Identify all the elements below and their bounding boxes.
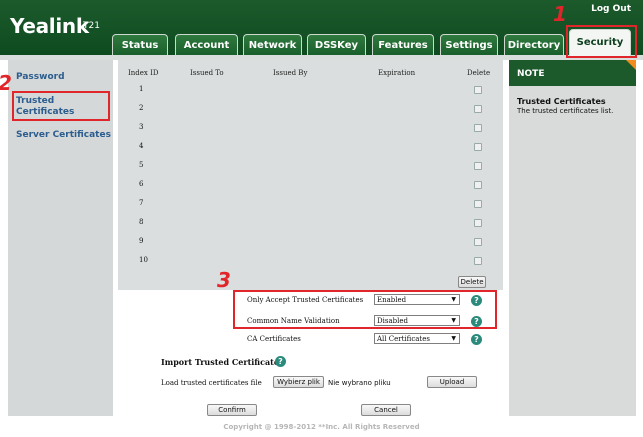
- chevron-down-icon: ▼: [451, 335, 456, 342]
- ca-certificates-select[interactable]: All Certificates ▼: [374, 333, 460, 344]
- row-index-id: 9: [139, 237, 144, 245]
- delete-checkbox[interactable]: [474, 219, 482, 227]
- row-index-id: 6: [139, 180, 144, 188]
- copyright-text: Copyright @ 1998-2012 **Inc. All Rights …: [223, 423, 420, 431]
- logout-link[interactable]: Log Out: [591, 4, 631, 14]
- row-index-id: 5: [139, 161, 144, 169]
- table-row: 3: [118, 119, 503, 138]
- table-row: 4: [118, 138, 503, 157]
- column-header-delete: Delete: [467, 69, 491, 77]
- help-icon[interactable]: ?: [275, 356, 286, 367]
- delete-checkbox[interactable]: [474, 257, 482, 265]
- table-row: 7: [118, 195, 503, 214]
- sidebar-item-server-certificates[interactable]: Server Certificates: [16, 130, 111, 141]
- ca-certificates-label: CA Certificates: [247, 335, 301, 343]
- cancel-button[interactable]: Cancel: [361, 404, 411, 416]
- note-corner: [626, 60, 636, 70]
- note-title: Trusted Certificates: [517, 97, 606, 106]
- row-index-id: 10: [139, 256, 148, 264]
- tab-status[interactable]: Status: [112, 34, 168, 55]
- tab-directory[interactable]: Directory: [504, 34, 564, 55]
- row-index-id: 7: [139, 199, 144, 207]
- delete-checkbox[interactable]: [474, 86, 482, 94]
- row-index-id: 4: [139, 142, 144, 150]
- tab-features[interactable]: Features: [372, 34, 434, 55]
- help-icon[interactable]: ?: [471, 334, 482, 345]
- choose-file-button[interactable]: Wybierz plik: [273, 376, 324, 388]
- row-index-id: 1: [139, 85, 144, 93]
- row-index-id: 8: [139, 218, 144, 226]
- table-row: 10: [118, 252, 503, 271]
- column-header-issued-by: Issued By: [273, 69, 308, 77]
- note-heading: NOTE: [509, 60, 636, 86]
- annotation-number-1: 1: [553, 2, 567, 26]
- annotation-number-3: 3: [217, 268, 231, 292]
- table-row: 8: [118, 214, 503, 233]
- annotation-number-2: 2: [0, 71, 12, 95]
- confirm-button[interactable]: Confirm: [207, 404, 257, 416]
- row-index-id: 2: [139, 104, 144, 112]
- delete-button[interactable]: Delete: [458, 276, 486, 288]
- delete-checkbox[interactable]: [474, 238, 482, 246]
- table-row: 2: [118, 100, 503, 119]
- column-header-issued-to: Issued To: [190, 69, 224, 77]
- load-file-label: Load trusted certificates file: [161, 379, 262, 387]
- delete-checkbox[interactable]: [474, 143, 482, 151]
- table-row: 6: [118, 176, 503, 195]
- note-panel: NOTE Trusted Certificates The trusted ce…: [509, 60, 636, 416]
- model-label: T21: [78, 20, 100, 32]
- delete-checkbox[interactable]: [474, 105, 482, 113]
- tab-account[interactable]: Account: [175, 34, 238, 55]
- row-index-id: 3: [139, 123, 144, 131]
- column-header-expiration: Expiration: [378, 69, 416, 77]
- delete-checkbox[interactable]: [474, 200, 482, 208]
- tab-dsskey[interactable]: DSSKey: [307, 34, 366, 55]
- tab-network[interactable]: Network: [243, 34, 302, 55]
- table-row: 5: [118, 157, 503, 176]
- annotation-box-1: [566, 25, 637, 58]
- delete-checkbox[interactable]: [474, 162, 482, 170]
- annotation-box-3: [233, 290, 497, 329]
- delete-checkbox[interactable]: [474, 181, 482, 189]
- sidebar-item-password[interactable]: Password: [16, 72, 65, 83]
- upload-button[interactable]: Upload: [427, 376, 477, 388]
- tab-settings[interactable]: Settings: [440, 34, 498, 55]
- note-text: The trusted certificates list.: [517, 107, 614, 115]
- import-title: Import Trusted Certificates: [161, 357, 284, 367]
- column-header-index-id: Index ID: [128, 69, 159, 77]
- table-row: 9: [118, 233, 503, 252]
- annotation-box-2: [12, 91, 110, 121]
- delete-checkbox[interactable]: [474, 124, 482, 132]
- table-row: 1: [118, 81, 503, 100]
- ca-certificates-value: All Certificates: [377, 335, 430, 343]
- no-file-text: Nie wybrano pliku: [328, 379, 391, 387]
